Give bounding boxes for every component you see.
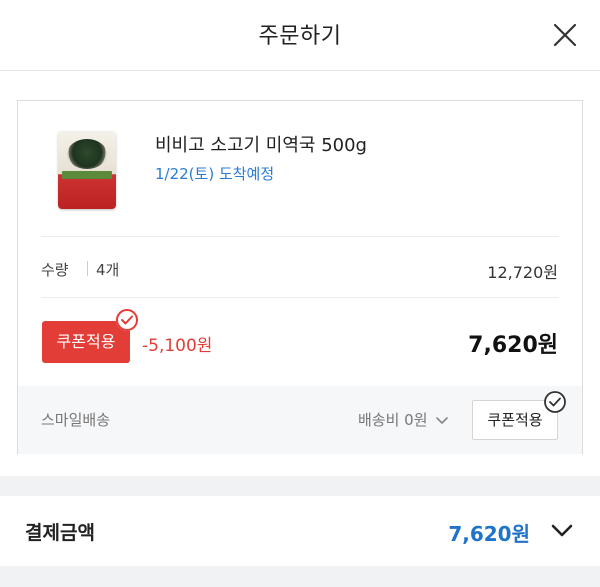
- shipping-method: 스마일배송: [41, 411, 111, 429]
- product-thumbnail[interactable]: [58, 131, 116, 209]
- chevron-down-icon[interactable]: [550, 522, 574, 540]
- quantity-value[interactable]: 4개: [96, 259, 119, 280]
- quantity-divider: [87, 261, 88, 276]
- apply-coupon-button[interactable]: 쿠폰적용: [42, 321, 130, 363]
- order-item-card: 비비고 소고기 미역국 500g 1/22(토) 도착예정 수량 4개 12,7…: [17, 100, 583, 454]
- payment-total-label: 결제금액: [25, 522, 95, 544]
- item-subtotal: 12,720원: [487, 263, 558, 282]
- page-title: 주문하기: [258, 24, 342, 49]
- product-name[interactable]: 비비고 소고기 미역국 500g: [155, 131, 367, 157]
- shipping-coupon-check-icon: [544, 391, 566, 413]
- coupon-applied-check-icon: [116, 309, 138, 331]
- close-icon[interactable]: [552, 22, 578, 48]
- shipping-fee-label: 배송비 0원: [358, 411, 428, 429]
- payment-total-bar[interactable]: 결제금액 7,620원: [0, 496, 600, 566]
- coupon-discount: -5,100원: [142, 336, 213, 356]
- header-bar: 주문하기: [0, 0, 600, 71]
- soup-bowl-icon: [67, 139, 107, 169]
- payment-total-amount: 7,620원: [448, 522, 530, 546]
- shipping-row: 스마일배송 배송비 0원 쿠폰적용: [18, 386, 582, 454]
- divider: [41, 236, 559, 237]
- brand-band: [62, 171, 112, 179]
- chevron-down-icon: [436, 417, 449, 424]
- quantity-label: 수량: [41, 261, 69, 279]
- shipping-fee-dropdown[interactable]: 배송비 0원: [358, 409, 449, 430]
- divider: [41, 297, 559, 298]
- arrival-date: 1/22(토) 도착예정: [155, 165, 275, 183]
- item-final-price: 7,620원: [468, 333, 558, 358]
